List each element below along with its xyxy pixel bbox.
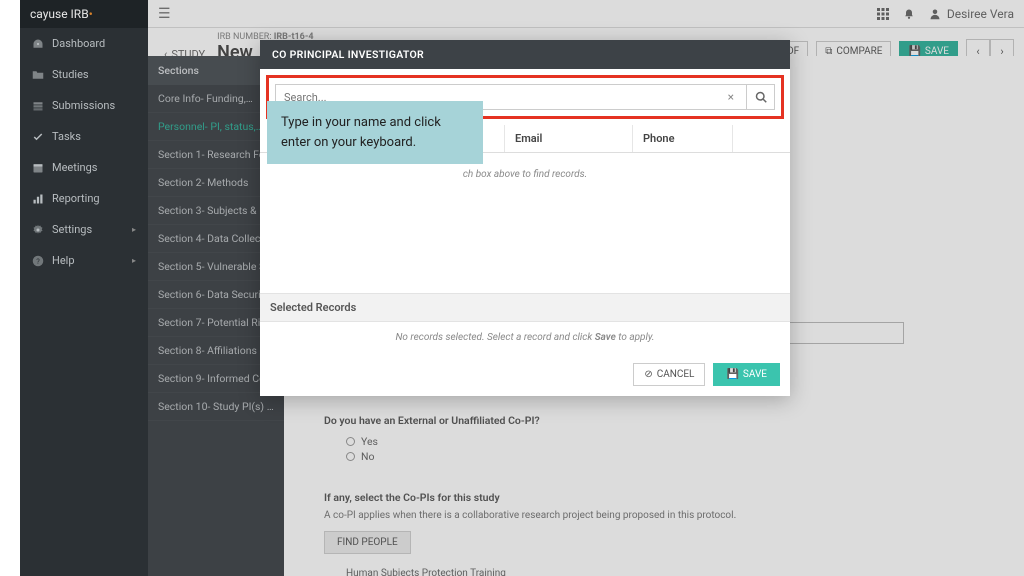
- nav-reporting[interactable]: Reporting: [20, 183, 148, 214]
- cancel-icon: ⊘: [644, 369, 652, 380]
- folder-icon: [32, 69, 44, 81]
- save-icon: 💾: [726, 369, 738, 380]
- results-empty: ch box above to find records.: [260, 153, 790, 293]
- selected-records-header: Selected Records: [260, 293, 790, 322]
- nav-reporting-label: Reporting: [52, 192, 100, 205]
- instruction-callout: Type in your name and click enter on you…: [267, 101, 483, 164]
- clear-search-button[interactable]: ×: [724, 90, 738, 104]
- chevron-right-icon: ▸: [132, 256, 136, 265]
- nav-studies[interactable]: Studies: [20, 59, 148, 90]
- nav-studies-label: Studies: [52, 68, 89, 81]
- search-button[interactable]: [747, 84, 775, 110]
- col-blank: [733, 125, 790, 152]
- check-icon: [32, 131, 44, 143]
- nav-dashboard[interactable]: Dashboard: [20, 28, 148, 59]
- col-email: Email: [505, 125, 633, 152]
- nav-help-label: Help: [52, 254, 75, 267]
- app-root: cayuse IRB• Dashboard Studies Submission…: [20, 0, 1024, 576]
- callout-text: Type in your name and click enter on you…: [281, 115, 441, 150]
- brand: cayuse IRB•: [20, 0, 148, 28]
- stack-icon: [32, 100, 44, 112]
- selected-records-empty: No records selected. Select a record and…: [260, 322, 790, 353]
- gear-icon: [32, 224, 44, 236]
- modal-save-label: SAVE: [743, 369, 767, 380]
- col-phone: Phone: [633, 125, 733, 152]
- gauge-icon: [32, 38, 44, 50]
- question-icon: ?: [32, 255, 44, 267]
- chart-icon: [32, 193, 44, 205]
- calendar-icon: [32, 162, 44, 174]
- nav-meetings[interactable]: Meetings: [20, 152, 148, 183]
- co-pi-modal: CO PRINCIPAL INVESTIGATOR × Email Phone …: [260, 40, 790, 396]
- nav-tasks[interactable]: Tasks: [20, 121, 148, 152]
- search-icon: [755, 91, 767, 103]
- nav-dashboard-label: Dashboard: [52, 37, 105, 50]
- nav-submissions-label: Submissions: [52, 99, 115, 112]
- nav-help[interactable]: ? Help ▸: [20, 245, 148, 276]
- brand-name: cayuse IRB: [30, 7, 89, 21]
- left-nav: cayuse IRB• Dashboard Studies Submission…: [20, 0, 148, 576]
- modal-cancel-label: CANCEL: [657, 369, 695, 380]
- nav-meetings-label: Meetings: [52, 161, 97, 174]
- chevron-right-icon: ▸: [132, 225, 136, 234]
- svg-text:?: ?: [36, 257, 40, 266]
- modal-save-button[interactable]: 💾 SAVE: [713, 363, 780, 386]
- modal-title: CO PRINCIPAL INVESTIGATOR: [260, 40, 790, 69]
- nav-settings-label: Settings: [52, 223, 92, 236]
- results-empty-text: ch box above to find records.: [463, 169, 587, 180]
- nav-submissions[interactable]: Submissions: [20, 90, 148, 121]
- nav-tasks-label: Tasks: [52, 130, 81, 143]
- nav-settings[interactable]: Settings ▸: [20, 214, 148, 245]
- modal-cancel-button[interactable]: ⊘ CANCEL: [633, 363, 705, 386]
